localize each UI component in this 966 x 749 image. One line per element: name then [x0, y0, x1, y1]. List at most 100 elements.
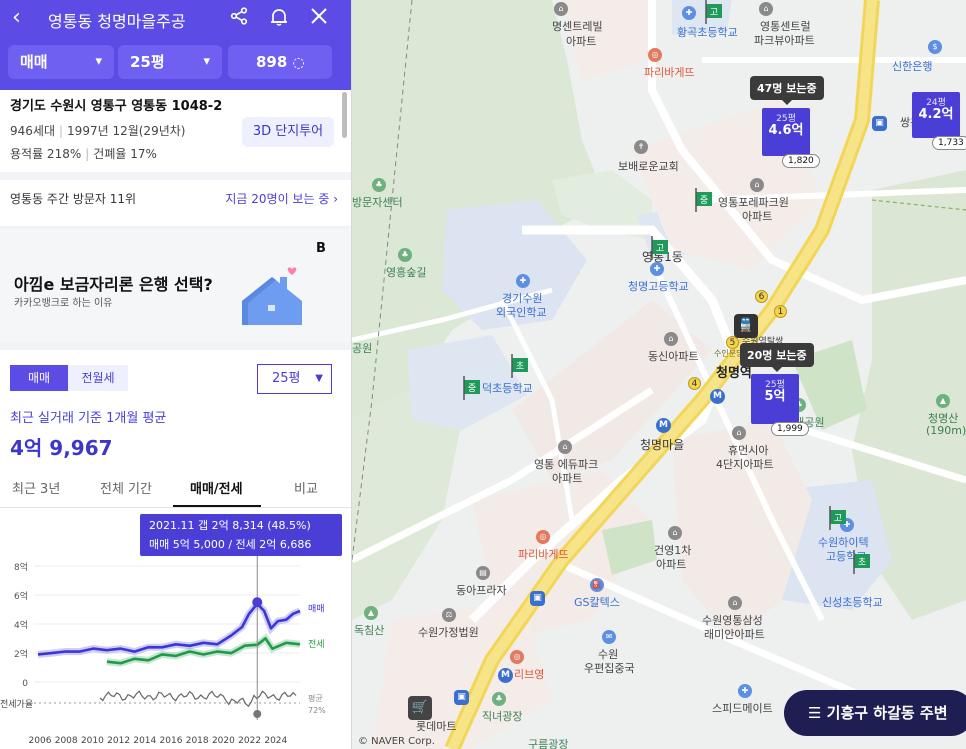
elementary-school-flag-icon[interactable]: 초	[510, 354, 530, 378]
school-icon[interactable]: ✚	[650, 262, 664, 276]
map-label[interactable]: 파리바게뜨	[644, 64, 695, 80]
map-label[interactable]: 아파트	[742, 208, 772, 224]
price-chart[interactable]: 8억 6억 4억 2억 0 전세가율 평균 72% 매매전세 2021.11 갭 2억 8,314…	[0, 510, 352, 749]
price-marker-selected[interactable]: 25평 5억 1,999	[751, 374, 809, 436]
tab-compare[interactable]: 비교	[294, 478, 318, 497]
map-view[interactable]: 명센트레빌 아파트 황곡초등학교 영통센트럴 파크뷰아파트 신한은행 파리바게뜨…	[352, 0, 966, 749]
map-label[interactable]: 아파트	[552, 470, 582, 486]
map-label[interactable]: 공원	[352, 340, 372, 356]
bus-stop-icon[interactable]: ▣	[530, 591, 545, 606]
map-label[interactable]: 외국인학교	[496, 304, 547, 320]
apartment-icon[interactable]: ⌂	[668, 526, 682, 540]
lease-toggle[interactable]: 전월세	[68, 365, 128, 391]
now-watching-link[interactable]: 지금 20명이 보는 중 ›	[225, 190, 338, 207]
apartment-icon[interactable]: ⌂	[750, 178, 764, 192]
panel-scrollbar[interactable]	[342, 92, 347, 138]
map-label[interactable]: GS칼텍스	[574, 594, 620, 610]
church-icon[interactable]: ✝	[634, 140, 648, 154]
sale-toggle[interactable]: 매매	[10, 365, 68, 391]
train-station-icon[interactable]: 🚆	[734, 314, 758, 338]
map-label[interactable]: 아파트	[566, 33, 596, 49]
tab-sale-lease[interactable]: 매매/전세	[190, 478, 243, 497]
apartment-icon[interactable]: ⌂	[728, 596, 742, 610]
car-service-icon[interactable]: ✚	[738, 684, 752, 698]
bus-stop-icon[interactable]: ▣	[872, 116, 887, 131]
high-school-flag-icon[interactable]: 고	[650, 236, 670, 260]
map-label[interactable]: 롯데마트	[416, 718, 456, 734]
listing-count-button[interactable]: 898 ◌	[228, 45, 332, 79]
map-label[interactable]: 청명마을	[640, 436, 684, 453]
divider	[0, 172, 351, 180]
bus-stop-icon[interactable]: ▣	[454, 690, 469, 705]
subway-icon[interactable]: M	[710, 389, 725, 404]
map-label[interactable]: 래미안아파트	[704, 626, 765, 642]
subway-icon[interactable]: M	[656, 418, 671, 433]
map-label[interactable]: 독침산	[354, 622, 384, 638]
map-label[interactable]: 청명고등학교	[628, 278, 689, 294]
mountain-icon[interactable]: ▲	[936, 394, 950, 408]
bank-icon[interactable]: $	[928, 40, 942, 54]
map-label[interactable]: 보배로운교회	[618, 158, 679, 174]
park-icon[interactable]: ♣	[398, 248, 412, 262]
3d-tour-button[interactable]: 3D 단지투어	[242, 117, 334, 147]
post-office-icon[interactable]: ✉	[602, 630, 616, 644]
map-label[interactable]: 우편집중국	[584, 660, 635, 676]
map-label[interactable]: 방문자센터	[352, 194, 403, 210]
park-icon[interactable]: ♣	[372, 178, 386, 192]
tab-recent-3y[interactable]: 최근 3년	[12, 478, 60, 497]
apartment-icon[interactable]: ⌂	[732, 426, 746, 440]
apartment-icon[interactable]: ⌂	[554, 2, 568, 16]
map-label[interactable]: 동신아파트	[648, 348, 699, 364]
map-label[interactable]: 신성초등학교	[822, 594, 883, 610]
map-label[interactable]: 스피드메이트	[712, 700, 773, 716]
map-label[interactable]: 파리바게뜨	[518, 546, 569, 562]
bakery-icon[interactable]: ◎	[648, 48, 662, 62]
map-label[interactable]: 황곡초등학교	[677, 24, 738, 40]
size-select[interactable]: 25평 ▾	[118, 45, 222, 79]
nearby-area-button[interactable]: ☰ 기흥구 하갈동 주변	[784, 690, 966, 736]
middle-school-flag-icon[interactable]: 중	[694, 188, 714, 212]
apartment-icon[interactable]: ⌂	[558, 440, 572, 454]
ad-banner[interactable]: 아낌e 보금자리론 은행 선택? 카카오뱅크로 하는 이유 B	[0, 229, 351, 342]
school-flag-icon[interactable]: 고	[704, 0, 724, 24]
price-size-select[interactable]: 25평 ▼	[257, 364, 332, 394]
map-label[interactable]: 덕초등학교	[482, 380, 533, 396]
map-label[interactable]: 신한은행	[892, 58, 932, 74]
map-label[interactable]: 영흥숲길	[386, 264, 426, 280]
middle-school-flag-icon[interactable]: 중	[462, 376, 482, 400]
apartment-icon[interactable]: ⌂	[759, 2, 773, 16]
map-label[interactable]: 4단지아파트	[716, 456, 774, 472]
share-icon[interactable]	[229, 7, 249, 32]
price-marker[interactable]: 24평 4.2억 1,733	[912, 92, 966, 150]
court-icon[interactable]: ⚖	[442, 608, 456, 622]
high-school-flag-icon[interactable]: 고	[828, 506, 848, 530]
map-label[interactable]: 리브영	[514, 666, 544, 682]
price-marker[interactable]: 25평 4.6억 1,820	[762, 108, 820, 168]
map-label[interactable]: 동아프라자	[456, 582, 507, 598]
map-label[interactable]: (190m)	[926, 424, 966, 437]
map-label[interactable]: 직녀광장	[482, 708, 522, 724]
subway-icon[interactable]: M	[498, 668, 513, 683]
mart-icon[interactable]: 🛒	[408, 696, 432, 720]
back-icon[interactable]: ‹	[12, 7, 21, 29]
school-icon[interactable]: ✚	[516, 274, 530, 288]
building-icon[interactable]: ▤	[476, 566, 490, 580]
mountain-icon[interactable]: ▲	[364, 606, 378, 620]
close-icon[interactable]	[309, 7, 329, 32]
map-label[interactable]: 수원가정법원	[418, 624, 479, 640]
elementary-school-flag-icon[interactable]: 초	[852, 550, 872, 574]
bakery-icon[interactable]: ◎	[536, 530, 550, 544]
shop-icon[interactable]: ◎	[510, 650, 524, 664]
apartment-icon[interactable]: ⌂	[664, 332, 678, 346]
map-label[interactable]: 아파트	[656, 556, 686, 572]
school-icon[interactable]: ✚	[682, 6, 696, 20]
price-size-value: 25평	[272, 371, 301, 386]
map-label[interactable]: 구름광장	[528, 736, 568, 749]
map-label[interactable]: 명센트레빌	[552, 18, 603, 34]
map-label[interactable]: 파크뷰아파트	[754, 32, 815, 48]
gas-station-icon[interactable]: ⛽	[590, 578, 604, 592]
trade-type-select[interactable]: 매매 ▾	[8, 45, 114, 79]
bell-icon[interactable]	[269, 7, 289, 32]
tab-all-period[interactable]: 전체 기간	[100, 478, 152, 497]
plaza-icon[interactable]: ♣	[492, 692, 506, 706]
